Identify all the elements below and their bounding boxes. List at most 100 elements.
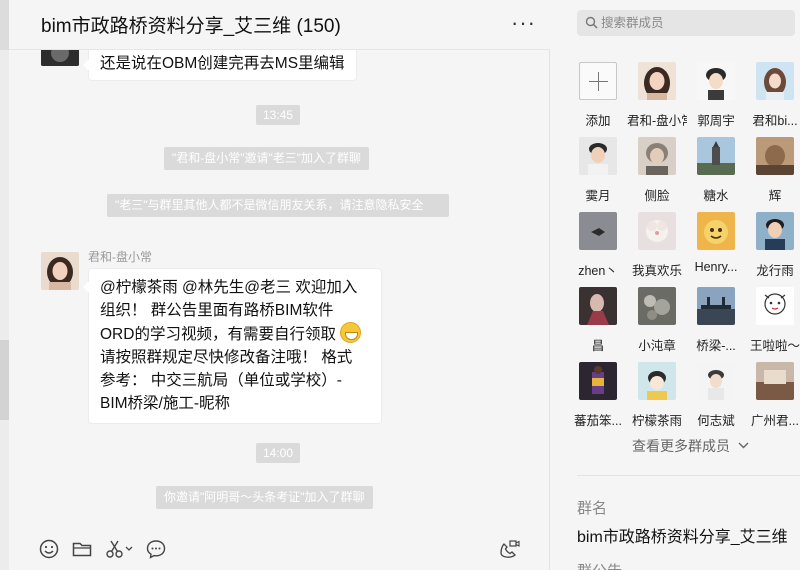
member-item[interactable]: 何志斌 xyxy=(686,362,746,429)
message-list[interactable]: 还是说在OBM创建完再去MS里编辑 13:45 "君和-盘小常"邀请"老三"加入… xyxy=(9,50,550,512)
chat-bubble-icon[interactable] xyxy=(145,538,167,560)
timestamp: 13:45 xyxy=(256,105,301,125)
scissors-icon[interactable] xyxy=(104,538,134,560)
window-edge xyxy=(0,0,9,570)
message-bubble[interactable]: @柠檬茶雨 @林先生@老三 欢迎加入 组织！ 群公告里面有路桥BIM软件 ORD… xyxy=(83,268,382,424)
view-more-members-link[interactable]: 查看更多群成员 xyxy=(632,436,749,456)
message-line: @柠檬茶雨 @林先生@老三 欢迎加入 xyxy=(100,279,358,296)
avatar xyxy=(697,287,735,325)
member-name: 辉 xyxy=(768,189,782,203)
avatar xyxy=(756,212,794,250)
avatar xyxy=(638,212,676,250)
avatar xyxy=(638,287,676,325)
chat-toolbar xyxy=(9,524,550,570)
avatar xyxy=(697,62,735,100)
member-item[interactable]: 龙行雨 xyxy=(745,212,800,279)
member-name: 何志斌 xyxy=(697,414,735,428)
timestamp: 14:00 xyxy=(256,443,301,463)
member-item[interactable]: zhen丶 xyxy=(568,212,628,279)
member-name: 桥梁-... xyxy=(696,339,736,353)
avatar[interactable] xyxy=(41,50,79,66)
search-icon xyxy=(585,16,598,34)
system-message: "老三"与群里其他人都不是微信朋友关系，请注意隐私安全 xyxy=(107,194,449,217)
member-panel: 添加 君和-盘小常 郭周宇 君和bi... 霙月 侧脸 糖水 辉 zhen丶 我… xyxy=(551,0,800,570)
message-line-text: ORD的学习视频，有需要自行领取 xyxy=(100,326,336,343)
chat-pane: bim市政路桥资料分享_艾三维 (150) ··· 还是说在OBM创建完再去MS… xyxy=(0,0,550,570)
avatar xyxy=(579,137,617,175)
view-more-label: 查看更多群成员 xyxy=(632,438,730,454)
avatar xyxy=(756,137,794,175)
avatar xyxy=(697,362,735,400)
message-bubble[interactable]: 还是说在OBM创建完再去MS里编辑 xyxy=(83,50,357,81)
divider xyxy=(577,475,800,476)
avatar xyxy=(756,62,794,100)
member-name: 霙月 xyxy=(585,189,611,203)
member-item[interactable]: 小沌章 xyxy=(627,287,687,354)
member-name: 添加 xyxy=(585,114,611,128)
plus-icon xyxy=(579,62,617,100)
system-message: 你邀请"阿明哥～头条考证"加入了群聊 xyxy=(156,486,373,509)
member-item[interactable]: 郭周宇 xyxy=(686,62,746,129)
member-name: 小沌章 xyxy=(638,339,676,353)
member-item[interactable]: 霙月 xyxy=(568,137,628,204)
member-search-input[interactable] xyxy=(601,13,786,33)
avatar xyxy=(697,137,735,175)
message-line: 参考： 中交三航局（单位或学校）- xyxy=(100,372,342,389)
member-name: 君和bi... xyxy=(752,114,798,128)
avatar xyxy=(579,362,617,400)
add-member-button[interactable]: 添加 xyxy=(568,62,628,129)
video-call-icon[interactable] xyxy=(498,538,520,560)
member-item[interactable]: 广州君... xyxy=(745,362,800,429)
avatar xyxy=(756,287,794,325)
member-item[interactable]: 辉 xyxy=(745,137,800,204)
member-item[interactable]: 柠檬茶雨 xyxy=(627,362,687,429)
member-item[interactable]: 君和-盘小常 xyxy=(627,62,687,129)
sender-name: 君和-盘小常 xyxy=(88,250,152,264)
avatar xyxy=(638,137,676,175)
member-search[interactable] xyxy=(577,10,795,36)
member-item[interactable]: 糖水 xyxy=(686,137,746,204)
group-name-label: 群名 xyxy=(577,500,608,517)
member-item[interactable]: 蕃茄笨... xyxy=(568,362,628,429)
message-line: 组织！ 群公告里面有路桥BIM软件 xyxy=(100,302,334,319)
system-message-text: "老三"与群里其他人都不是微信朋友关系，请注意隐私安全 xyxy=(115,198,424,212)
member-name: 王啦啦～ xyxy=(749,339,800,353)
member-name: 郭周宇 xyxy=(697,114,735,128)
member-item[interactable]: Henry... xyxy=(686,212,746,274)
chevron-down-icon xyxy=(738,436,749,452)
member-name: 我真欢乐 xyxy=(631,264,682,278)
grin-emoji-icon xyxy=(340,322,362,343)
member-name: 侧脸 xyxy=(644,189,670,203)
avatar xyxy=(756,362,794,400)
chat-title: bim市政路桥资料分享_艾三维 (150) xyxy=(41,16,341,37)
member-item[interactable]: 君和bi... xyxy=(745,62,800,129)
member-name: 柠檬茶雨 xyxy=(631,414,682,428)
more-horizontal-icon[interactable]: ··· xyxy=(511,10,536,36)
member-item[interactable]: 我真欢乐 xyxy=(627,212,687,279)
emoji-icon[interactable] xyxy=(38,538,60,560)
avatar[interactable] xyxy=(41,252,79,290)
member-name: 糖水 xyxy=(703,189,729,203)
message-line: 请按照群规定尽快修改备注哦！ 格式 xyxy=(100,349,353,366)
avatar xyxy=(579,212,617,250)
group-notice-label: 群公告 xyxy=(577,560,622,570)
member-name: zhen丶 xyxy=(578,264,618,278)
chat-header: bim市政路桥资料分享_艾三维 (150) ··· xyxy=(9,0,550,50)
member-name: Henry... xyxy=(694,260,738,274)
member-item[interactable]: 昌 xyxy=(568,287,628,354)
member-item[interactable]: 侧脸 xyxy=(627,137,687,204)
member-name: 昌 xyxy=(591,339,605,353)
group-name-value[interactable]: bim市政路桥资料分享_艾三维 xyxy=(577,523,788,547)
system-message: "君和-盘小常"邀请"老三"加入了群聊 xyxy=(164,147,370,170)
folder-icon[interactable] xyxy=(71,538,93,560)
message-line: BIM桥梁/施工-昵称 xyxy=(100,395,231,412)
member-item[interactable]: 桥梁-... xyxy=(686,287,746,354)
member-name: 龙行雨 xyxy=(756,264,794,278)
member-name: 蕃茄笨... xyxy=(574,414,622,428)
message-text: 还是说在OBM创建完再去MS里编辑 xyxy=(100,55,345,72)
avatar xyxy=(638,362,676,400)
member-name: 君和-盘小常 xyxy=(627,114,687,128)
avatar xyxy=(697,212,735,250)
avatar xyxy=(579,287,617,325)
member-item[interactable]: 王啦啦～ xyxy=(745,287,800,354)
